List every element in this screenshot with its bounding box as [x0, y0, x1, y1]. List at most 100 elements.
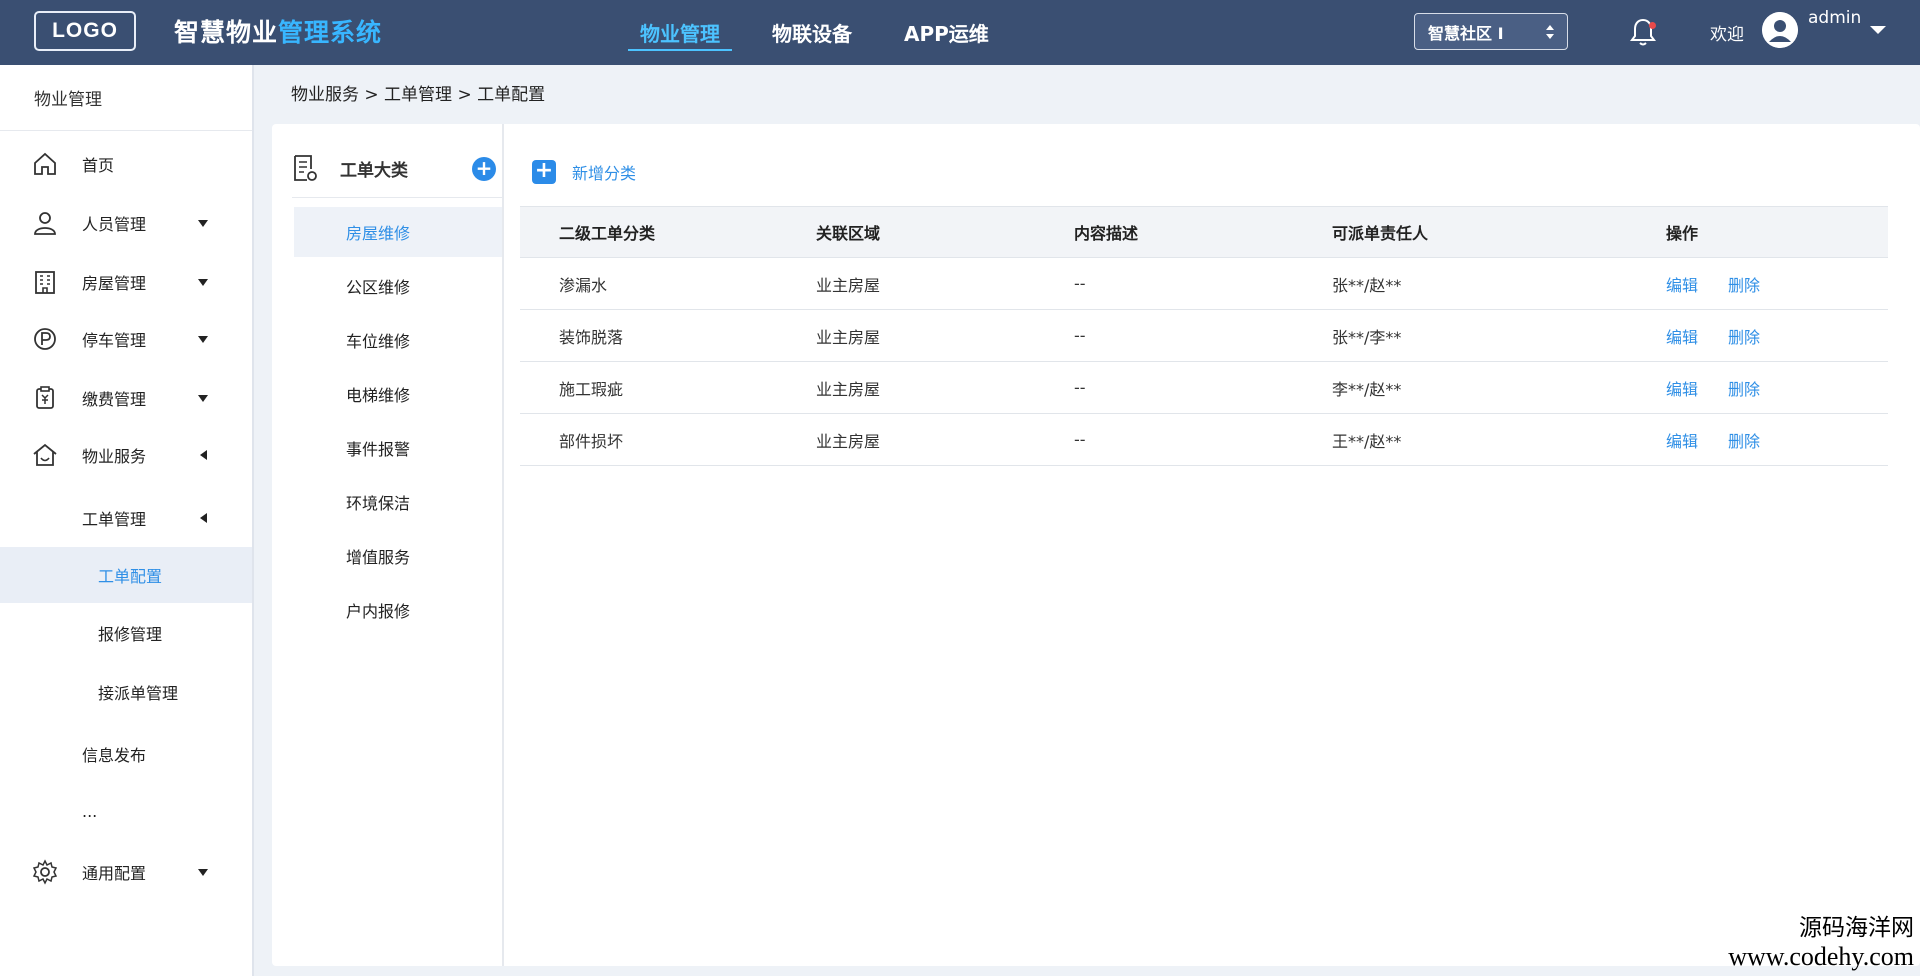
category-item[interactable]: 环境保洁	[294, 477, 502, 527]
avatar[interactable]	[1762, 12, 1798, 48]
cell-name: 渗漏水	[559, 275, 608, 295]
app-title-highlight: 管理系统	[278, 18, 383, 47]
sidebar-item-work-order-config[interactable]: 工单配置	[0, 547, 252, 603]
app-title: 智慧物业管理系统	[174, 13, 382, 49]
breadcrumb: 物业服务 > 工单管理 > 工单配置	[291, 85, 546, 105]
cell-name: 装饰脱落	[559, 327, 624, 347]
add-category-button[interactable]: +	[472, 157, 496, 181]
category-item[interactable]: 户内报修	[294, 585, 502, 635]
cell-actions: 编辑 删除	[1666, 310, 1760, 361]
gear-icon	[32, 859, 58, 885]
notification-dot	[1649, 22, 1656, 29]
sidebar-item-label: 工单配置	[98, 567, 163, 586]
sidebar-item-label: 通用配置	[82, 864, 147, 883]
category-title: 工单大类	[340, 161, 408, 181]
table-row: 部件损坏 业主房屋 -- 王**/赵** 编辑 删除	[520, 414, 1888, 466]
cell-actions: 编辑 删除	[1666, 414, 1760, 465]
watermark-line1: 源码海洋网	[1799, 915, 1914, 941]
add-subcategory-button[interactable]: + 新增分类	[532, 157, 636, 187]
sidebar-item-more[interactable]: ...	[0, 783, 252, 839]
sidebar-item-info-publish[interactable]: 信息发布	[0, 726, 252, 782]
edit-link[interactable]: 编辑	[1666, 376, 1698, 400]
sidebar-item-home[interactable]: 首页	[0, 136, 252, 192]
nav-property-management[interactable]: 物业管理	[628, 0, 732, 65]
sidebar-item-parking[interactable]: 停车管理	[0, 311, 252, 367]
parking-icon	[34, 328, 56, 350]
home-icon	[34, 152, 56, 175]
sidebar-item-label: 房屋管理	[82, 274, 147, 293]
user-icon	[34, 212, 56, 235]
user-menu-caret-icon[interactable]	[1870, 26, 1886, 34]
sidebar-item-repair-management[interactable]: 报修管理	[0, 605, 252, 661]
community-select-value: 智慧社区 I	[1428, 23, 1504, 43]
nav-app-ops[interactable]: APP运维	[904, 0, 989, 65]
expand-down-icon	[198, 394, 208, 402]
category-item[interactable]: 车位维修	[294, 315, 502, 365]
table-row: 施工瑕疵 业主房屋 -- 李**/赵** 编辑 删除	[520, 362, 1888, 414]
cell-person: 李**/赵**	[1332, 379, 1402, 399]
sidebar-item-label: 报修管理	[98, 625, 163, 644]
watermark: 源码海洋网 www.codehy.com	[1728, 914, 1914, 972]
notification-bell[interactable]	[1628, 16, 1658, 48]
cell-actions: 编辑 删除	[1666, 258, 1760, 309]
house-service-icon	[33, 443, 57, 466]
expand-down-icon	[198, 868, 208, 876]
delete-link[interactable]: 删除	[1728, 324, 1760, 348]
main-panel: 工单大类 + 房屋维修 公区维修 车位维修 电梯维修 事件报警 环境保洁 增值服…	[272, 124, 1920, 966]
sidebar-item-personnel[interactable]: 人员管理	[0, 195, 252, 251]
sidebar-item-property-service[interactable]: 物业服务	[0, 427, 252, 483]
sidebar-title: 物业管理	[0, 65, 252, 131]
cell-desc: --	[1074, 326, 1086, 345]
column-header: 可派单责任人	[1332, 224, 1429, 243]
cell-desc: --	[1074, 378, 1086, 397]
divider	[292, 197, 502, 198]
watermark-line2: www.codehy.com	[1728, 942, 1914, 971]
table-header: 二级工单分类 关联区域 内容描述 可派单责任人 操作	[520, 206, 1888, 258]
cell-desc: --	[1074, 430, 1086, 449]
logo[interactable]: LOGO	[34, 11, 136, 51]
cell-person: 张**/赵**	[1332, 275, 1402, 295]
sidebar-item-label: 人员管理	[82, 215, 147, 234]
cell-name: 部件损坏	[559, 431, 624, 451]
cell-area: 业主房屋	[816, 327, 881, 347]
cell-area: 业主房屋	[816, 275, 881, 295]
sidebar-item-general-config[interactable]: 通用配置	[0, 844, 252, 900]
building-icon	[35, 271, 55, 294]
column-header: 关联区域	[816, 224, 881, 243]
category-item[interactable]: 事件报警	[294, 423, 502, 473]
column-header: 内容描述	[1074, 224, 1139, 243]
community-select[interactable]: 智慧社区 I	[1414, 13, 1568, 50]
expand-down-icon	[198, 335, 208, 343]
add-subcategory-label: 新增分类	[572, 164, 637, 183]
sidebar-item-housing[interactable]: 房屋管理	[0, 254, 252, 310]
sidebar: 物业管理 首页 人员管理 房屋管理 停车管理 缴费管理 物业服务 工单管理 工单…	[0, 65, 254, 976]
top-bar: LOGO 智慧物业管理系统 物业管理 物联设备 APP运维 智慧社区 I 欢迎 …	[0, 0, 1920, 65]
document-list-icon	[294, 155, 317, 181]
category-item[interactable]: 房屋维修	[294, 207, 502, 257]
category-item[interactable]: 公区维修	[294, 261, 502, 311]
username[interactable]: admin	[1808, 6, 1862, 30]
category-column: 工单大类 + 房屋维修 公区维修 车位维修 电梯维修 事件报警 环境保洁 增值服…	[272, 124, 504, 966]
sidebar-item-label: 首页	[82, 156, 115, 175]
collapse-left-icon	[200, 513, 207, 523]
sidebar-item-label: 物业服务	[82, 447, 147, 466]
delete-link[interactable]: 删除	[1728, 428, 1760, 452]
delete-link[interactable]: 删除	[1728, 272, 1760, 296]
edit-link[interactable]: 编辑	[1666, 428, 1698, 452]
edit-link[interactable]: 编辑	[1666, 324, 1698, 348]
category-item[interactable]: 电梯维修	[294, 369, 502, 419]
user-avatar-icon	[1762, 12, 1798, 48]
sidebar-item-label: 停车管理	[82, 331, 147, 350]
delete-link[interactable]: 删除	[1728, 376, 1760, 400]
sidebar-item-payment[interactable]: 缴费管理	[0, 370, 252, 426]
sidebar-item-dispatch-management[interactable]: 接派单管理	[0, 664, 252, 720]
expand-down-icon	[198, 278, 208, 286]
column-header: 二级工单分类	[559, 224, 656, 243]
nav-iot-devices[interactable]: 物联设备	[772, 0, 852, 65]
category-item[interactable]: 增值服务	[294, 531, 502, 581]
cell-area: 业主房屋	[816, 379, 881, 399]
edit-link[interactable]: 编辑	[1666, 272, 1698, 296]
cell-desc: --	[1074, 274, 1086, 293]
plus-icon: +	[532, 160, 556, 184]
sidebar-item-work-order-management[interactable]: 工单管理	[0, 490, 252, 546]
